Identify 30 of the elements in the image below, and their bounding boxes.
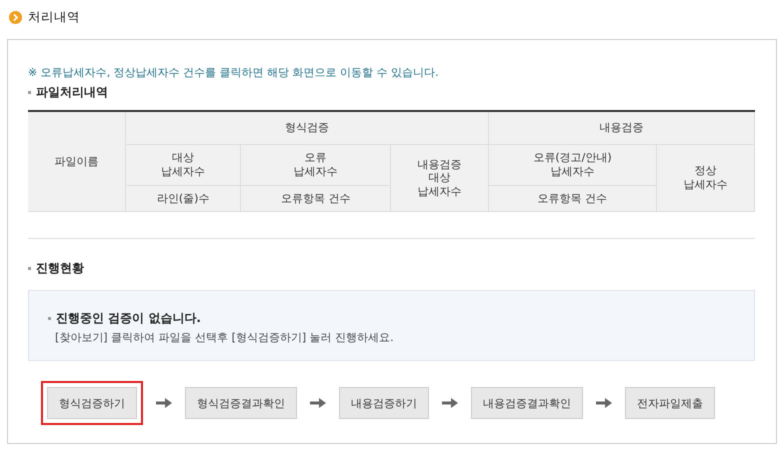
arrow-icon bbox=[442, 398, 458, 408]
notice-text: ※ 오류납세자수, 정상납세자수 건수를 클릭하면 해당 화면으로 이동할 수 있습니다. bbox=[28, 65, 440, 80]
column-header: 대상 납세자수 bbox=[125, 144, 241, 185]
chevron-circle-icon bbox=[9, 10, 22, 24]
column-header: 오류항목 건수 bbox=[240, 185, 391, 212]
column-header: 오류항목 건수 bbox=[488, 185, 656, 212]
arrow-icon bbox=[310, 398, 326, 408]
arrow-icon bbox=[596, 398, 612, 408]
column-header: 파일이름 bbox=[28, 111, 126, 212]
column-header: 오류 납세자수 bbox=[240, 144, 391, 185]
column-header: 형식검증 bbox=[125, 111, 489, 144]
subsection-heading: 파일처리내역 bbox=[36, 84, 108, 101]
column-header: 내용검증 대상 납세자수 bbox=[390, 144, 489, 212]
status-text: [찾아보기] 클릭하여 파일을 선택후 [형식검증하기] 눌러 진행하세요. bbox=[54, 330, 395, 346]
bullet-icon bbox=[28, 91, 31, 94]
status-title: 진행중인 검증이 없습니다. bbox=[56, 310, 201, 328]
step-button[interactable]: 내용검증하기 bbox=[339, 387, 429, 420]
step-button[interactable]: 전자파일제출 bbox=[625, 387, 715, 420]
subsection-heading: 진행현황 bbox=[36, 260, 84, 278]
arrow-icon bbox=[156, 398, 172, 408]
column-header: 내용검증 bbox=[488, 111, 754, 144]
column-header: 오류(경고/안내) 납세자수 bbox=[488, 144, 656, 185]
step-button[interactable]: 내용검증결과확인 bbox=[471, 387, 583, 420]
step-button[interactable]: 형식검증결과확인 bbox=[185, 387, 297, 420]
bullet-icon bbox=[28, 267, 31, 270]
section-title: 처리내역 bbox=[28, 8, 80, 26]
column-header: 라인(줄)수 bbox=[125, 185, 241, 212]
bullet-icon bbox=[48, 317, 51, 320]
step-button[interactable]: 형식검증하기 bbox=[41, 381, 143, 426]
column-header: 정상 납세자수 bbox=[656, 144, 754, 212]
